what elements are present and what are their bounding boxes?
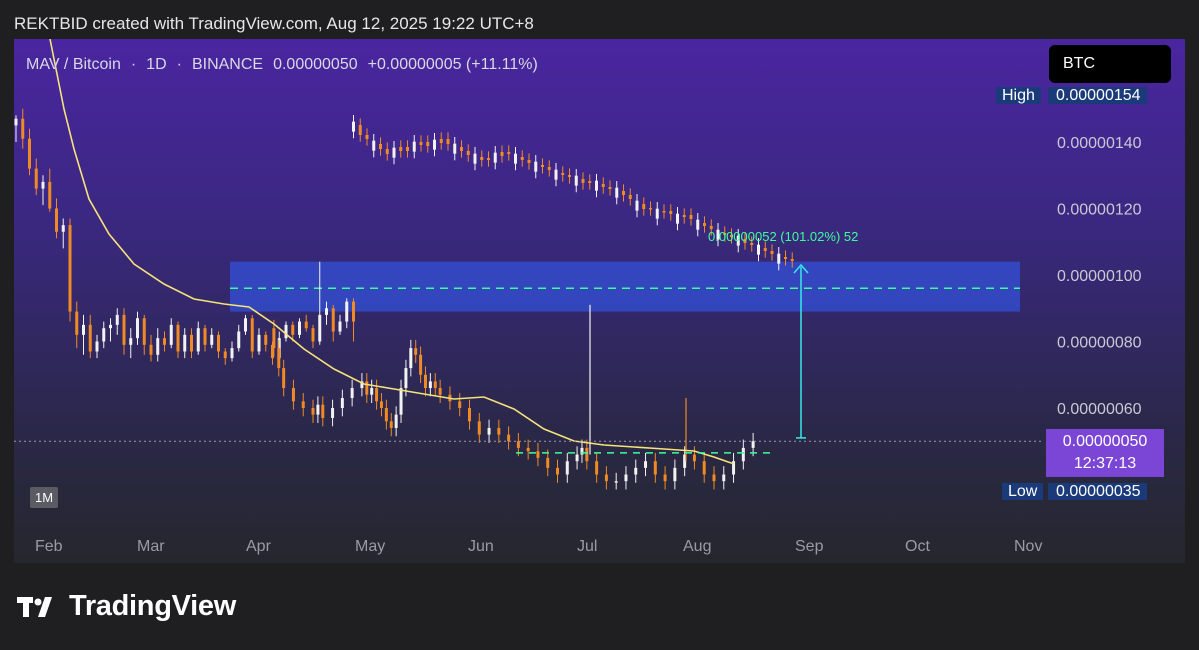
- symbol-pair[interactable]: MAV / Bitcoin: [26, 56, 121, 73]
- y-axis-tick-label: 0.00000060: [1057, 401, 1142, 418]
- symbol-change: +0.00000005 (+11.11%): [367, 56, 538, 73]
- measure-label: 0.00000052 (101.02%) 52: [708, 229, 858, 244]
- tradingview-logo-icon: [17, 596, 52, 617]
- low-value: 0.00000035: [1048, 483, 1147, 500]
- current-price-badge: 0.00000050 12:37:13: [1046, 429, 1164, 477]
- x-axis-tick-label: Feb: [35, 538, 63, 555]
- x-axis-tick-label: Aug: [683, 538, 711, 555]
- low-value-box: 0.00000035: [1048, 481, 1147, 503]
- low-marker: Low: [1002, 481, 1044, 503]
- x-axis-tick-label: Nov: [1014, 538, 1042, 555]
- x-axis-tick-label: Mar: [137, 538, 165, 555]
- high-value-box: 0.00000154: [1048, 85, 1147, 107]
- current-price-value: 0.00000050: [1062, 433, 1148, 450]
- high-value: 0.00000154: [1048, 87, 1147, 104]
- currency-button[interactable]: BTC: [1049, 45, 1171, 83]
- symbol-last-price: 0.00000050: [273, 56, 358, 73]
- y-axis-tick-label: 0.00000080: [1057, 335, 1142, 352]
- low-label: Low: [1002, 483, 1044, 500]
- candle: [68, 218, 72, 322]
- high-marker: High: [996, 85, 1041, 107]
- x-axis-tick-label: Sep: [795, 538, 824, 555]
- x-axis-tick-label: Apr: [246, 538, 272, 555]
- tradingview-logo-text: TradingView: [69, 590, 236, 622]
- candle-countdown: 12:37:13: [1073, 455, 1137, 472]
- high-label: High: [996, 87, 1041, 104]
- symbol-exchange: BINANCE: [191, 56, 264, 73]
- x-axis-tick-label: Jul: [577, 538, 597, 555]
- attribution-text: REKTBID created with TradingView.com, Au…: [14, 14, 534, 33]
- y-axis-tick-label: 0.00000120: [1057, 202, 1142, 219]
- x-axis-tick-label: Oct: [905, 538, 930, 555]
- y-axis-tick-label: 0.00000100: [1057, 268, 1142, 285]
- timeframe-badge[interactable]: 1M: [30, 487, 58, 508]
- x-axis-tick-label: Jun: [468, 538, 494, 555]
- tradingview-logo: TradingView: [17, 590, 236, 623]
- y-axis-tick-label: 0.00000140: [1057, 135, 1142, 152]
- symbol-info-bar: MAV / Bitcoin · 1D · BINANCE 0.00000050 +0.000…: [26, 56, 538, 73]
- chart-panel[interactable]: 0.00000052 (101.02%) 52 0.00000140 0.0000…: [14, 39, 1185, 563]
- x-axis-tick-label: May: [355, 538, 385, 555]
- resistance-zone[interactable]: [230, 261, 1020, 312]
- symbol-interval[interactable]: 1D: [146, 56, 166, 73]
